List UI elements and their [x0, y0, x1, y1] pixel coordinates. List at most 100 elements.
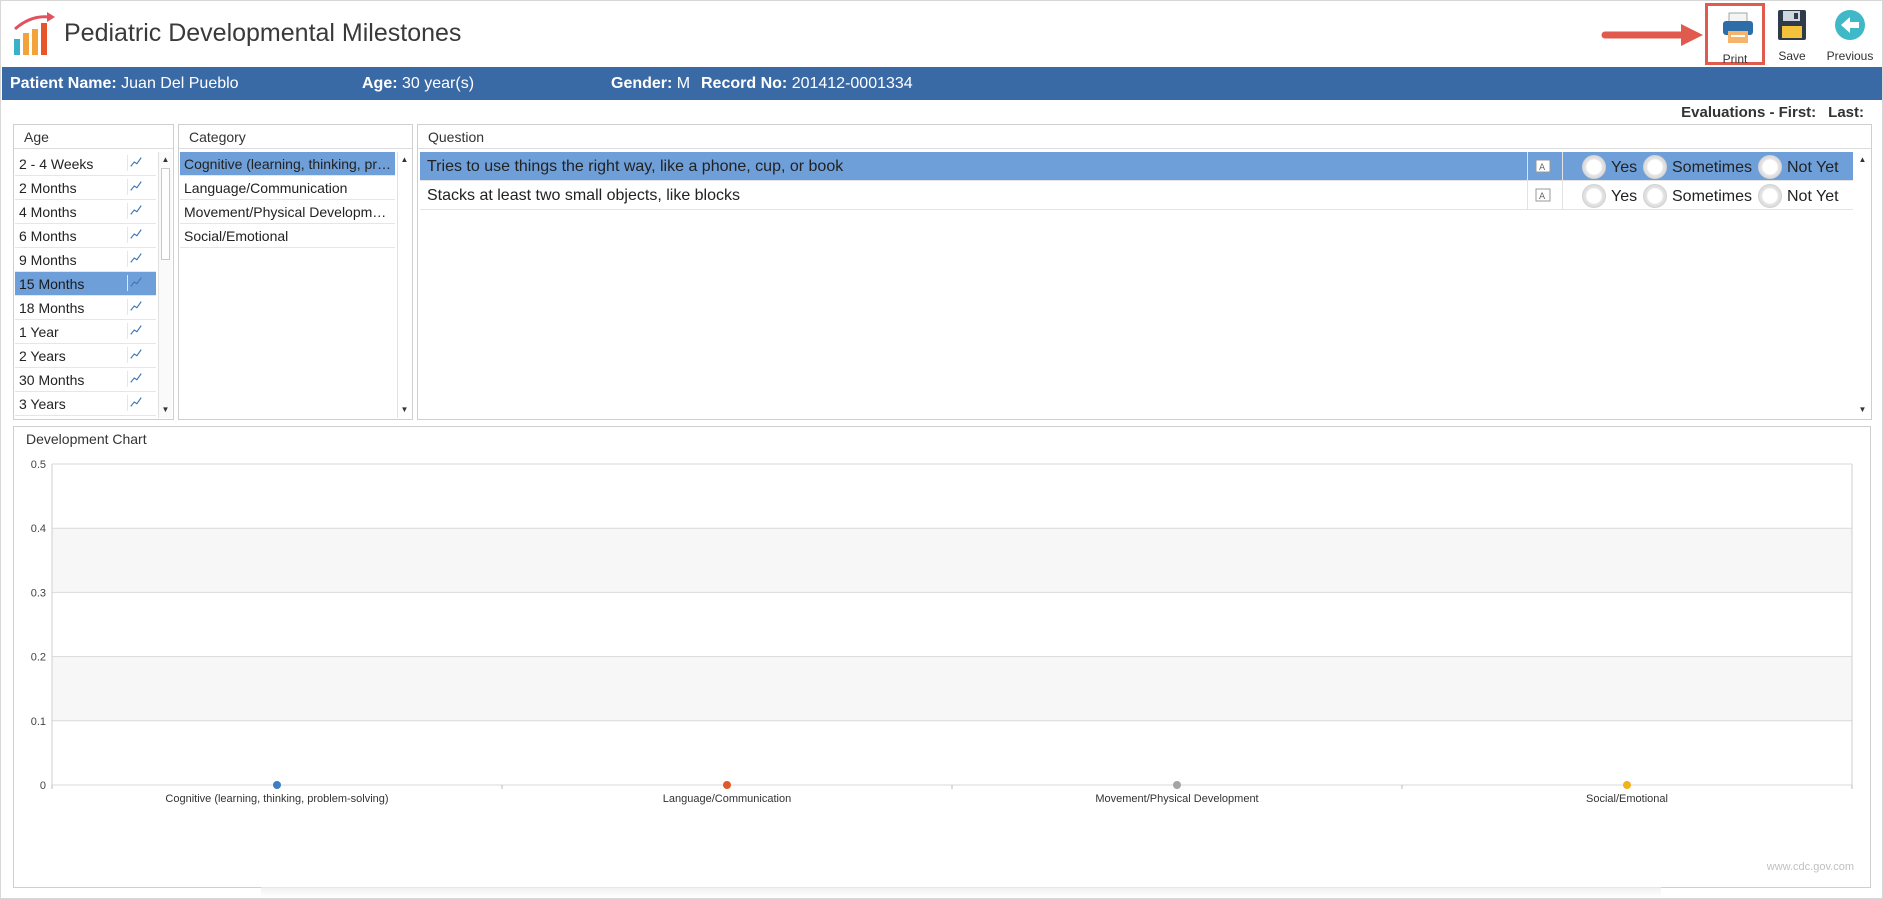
development-chart-panel: Development Chart 0 0.1 0.2 0.3 0.4 0.5 Cognit…: [13, 426, 1871, 888]
radio-circle[interactable]: [1582, 184, 1606, 208]
age-item[interactable]: 9 Months: [15, 248, 156, 272]
age-item[interactable]: 3 Years: [15, 392, 156, 416]
trend-chart-icon[interactable]: [127, 227, 143, 243]
note-icon[interactable]: A: [1535, 188, 1551, 202]
category-item[interactable]: Cognitive (learning, thinking, problem-s…: [180, 152, 395, 176]
age-item[interactable]: 1 Year: [15, 320, 156, 344]
age-item[interactable]: 6 Months: [15, 224, 156, 248]
question-row[interactable]: Stacks at least two small objects, like …: [420, 181, 1853, 210]
save-button[interactable]: Save: [1762, 3, 1822, 65]
note-icon[interactable]: A: [1535, 159, 1551, 173]
arrow-left-circle-icon: [1835, 10, 1865, 40]
column-divider: [1527, 152, 1528, 181]
y-tick-label: 0.2: [31, 652, 46, 664]
patient-name-value: Juan Del Pueblo: [121, 75, 239, 92]
scroll-up-icon[interactable]: ▲: [159, 154, 172, 166]
age-item-label: 9 Months: [19, 252, 77, 268]
trend-chart-icon[interactable]: [127, 203, 143, 219]
trend-chart-icon[interactable]: [127, 155, 143, 171]
app-header: Pediatric Developmental Milestones Print…: [1, 1, 1883, 66]
chart-panel-header: Development Chart: [26, 431, 147, 447]
patient-gender-value: M: [676, 75, 691, 92]
radio-label: Yes: [1611, 188, 1638, 205]
age-item[interactable]: 2 Months: [15, 176, 156, 200]
category-panel-header: Category: [179, 125, 412, 149]
scroll-down-icon[interactable]: ▼: [398, 404, 411, 416]
trend-chart-icon[interactable]: [127, 179, 143, 195]
y-tick-label: 0.3: [31, 587, 46, 599]
trend-chart-icon[interactable]: [127, 275, 143, 291]
patient-record: Record No: 201412-0001334: [701, 75, 913, 93]
patient-age-value: 30 year(s): [402, 75, 475, 92]
age-item[interactable]: 4 Months: [15, 200, 156, 224]
chart-band: [52, 528, 1852, 593]
column-divider: [1562, 152, 1563, 181]
bottom-shadow: [261, 887, 1661, 897]
category-item[interactable]: Language/Communication: [180, 176, 395, 200]
milestones-logo-icon: [14, 12, 55, 55]
trend-chart-icon[interactable]: [127, 323, 143, 339]
age-item-label: 2 Years: [19, 348, 66, 364]
age-item[interactable]: 2 Years: [15, 344, 156, 368]
age-list: 2 - 4 Weeks 2 Months 4 Months 6 Months 9 Mon…: [15, 152, 156, 416]
age-item-label: 2 Months: [19, 180, 77, 196]
save-label: Save: [1778, 49, 1806, 63]
scroll-thumb[interactable]: [161, 168, 170, 260]
previous-label: Previous: [1826, 49, 1874, 63]
scroll-up-icon[interactable]: ▲: [1856, 154, 1869, 166]
age-item-label: 30 Months: [19, 372, 85, 388]
category-item[interactable]: Social/Emotional: [180, 224, 395, 248]
column-divider: [1527, 181, 1528, 210]
annotation-arrow-icon: [1601, 24, 1703, 46]
x-category-label: Language/Communication: [663, 793, 791, 805]
radio-label: Yes: [1611, 159, 1638, 176]
radio-circle[interactable]: [1643, 184, 1667, 208]
age-item[interactable]: 15 Months: [15, 272, 156, 296]
evaluations-first-label: Evaluations - First:: [1681, 104, 1817, 121]
question-row[interactable]: Tries to use things the right way, like …: [420, 152, 1853, 181]
chart-data-point[interactable]: [273, 781, 281, 789]
patient-record-value: 201412-0001334: [791, 75, 913, 92]
age-item[interactable]: 2 - 4 Weeks: [15, 152, 156, 176]
patient-gender: Gender: M: [611, 75, 690, 93]
category-scrollbar[interactable]: ▲ ▼: [397, 152, 411, 418]
age-scrollbar[interactable]: ▲ ▼: [158, 152, 172, 418]
question-list: Tries to use things the right way, like …: [420, 152, 1853, 210]
scroll-down-icon[interactable]: ▼: [1856, 404, 1869, 416]
radio-circle[interactable]: [1758, 184, 1782, 208]
radio-circle[interactable]: [1582, 155, 1606, 179]
scroll-up-icon[interactable]: ▲: [398, 154, 411, 166]
patient-name-label: Patient Name:: [10, 75, 117, 92]
trend-chart-icon[interactable]: [127, 299, 143, 315]
scroll-down-icon[interactable]: ▼: [159, 404, 172, 416]
print-label: Print: [1722, 52, 1748, 66]
age-item[interactable]: 18 Months: [15, 296, 156, 320]
print-button[interactable]: Print: [1705, 3, 1765, 66]
radio-label: Not Yet: [1787, 159, 1839, 176]
radio-label: Sometimes: [1672, 188, 1753, 205]
chart-data-point[interactable]: [1173, 781, 1181, 789]
question-scrollbar[interactable]: ▲ ▼: [1856, 152, 1870, 418]
chart-data-point[interactable]: [1623, 781, 1631, 789]
radio-circle[interactable]: [1758, 155, 1782, 179]
svg-text:A: A: [1539, 192, 1546, 202]
trend-chart-icon[interactable]: [127, 395, 143, 411]
x-category-label: Social/Emotional: [1586, 793, 1668, 805]
category-panel: Category Cognitive (learning, thinking, …: [178, 124, 413, 420]
age-item-label: 6 Months: [19, 228, 77, 244]
previous-button[interactable]: Previous: [1820, 3, 1880, 65]
patient-gender-label: Gender:: [611, 75, 673, 92]
development-chart: 0 0.1 0.2 0.3 0.4 0.5 Cognitive (learning, thi…: [31, 459, 1853, 805]
trend-chart-icon[interactable]: [127, 371, 143, 387]
x-category-label: Cognitive (learning, thinking, problem-s…: [165, 793, 388, 805]
age-item-label: 18 Months: [19, 300, 85, 316]
trend-chart-icon[interactable]: [127, 347, 143, 363]
category-item[interactable]: Movement/Physical Development: [180, 200, 395, 224]
age-item[interactable]: 30 Months: [15, 368, 156, 392]
chart-data-point[interactable]: [723, 781, 731, 789]
radio-circle[interactable]: [1643, 155, 1667, 179]
trend-chart-icon[interactable]: [127, 251, 143, 267]
patient-age-label: Age:: [362, 75, 398, 92]
patient-age: Age: 30 year(s): [362, 75, 474, 93]
column-divider: [1562, 181, 1563, 210]
